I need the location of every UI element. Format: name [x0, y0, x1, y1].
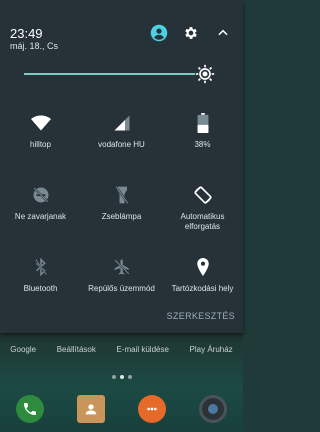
tile-autorotate-label: Automatikus elforgatás	[180, 212, 225, 231]
flashlight-off-icon	[111, 184, 133, 206]
collapse-icon[interactable]	[213, 23, 233, 43]
tile-autorotate[interactable]: Automatikus elforgatás	[162, 180, 243, 252]
header-actions	[149, 23, 233, 43]
tile-cellular[interactable]: vodafone HU	[81, 108, 162, 180]
messages-app-icon[interactable]	[137, 395, 166, 423]
shortcut-google[interactable]: Google	[10, 345, 36, 359]
wifi-icon	[30, 112, 52, 134]
contacts-app-icon[interactable]	[77, 395, 106, 423]
page-indicator	[0, 375, 243, 379]
home-shortcut-labels: Google Beállítások E-mail küldése Play Á…	[0, 345, 243, 359]
brightness-slider[interactable]	[24, 64, 226, 84]
shortcut-play-store[interactable]: Play Áruház	[190, 345, 233, 359]
tile-wifi[interactable]: hilltop	[0, 108, 81, 180]
tile-row: Ne zavarjanak Zseblámpa Automatikus elfo…	[0, 180, 243, 252]
date: máj. 18., Cs	[10, 41, 59, 51]
settings-icon[interactable]	[181, 23, 201, 43]
bluetooth-off-icon	[30, 256, 52, 278]
battery-icon	[192, 112, 214, 134]
page-dot	[111, 375, 116, 379]
location-icon	[192, 256, 214, 278]
tile-cellular-label: vodafone HU	[98, 140, 145, 149]
airplane-mode-off-icon	[111, 256, 133, 278]
tile-wifi-label: hilltop	[30, 140, 51, 149]
tile-flashlight-label: Zseblámpa	[101, 212, 142, 221]
tile-dnd-label: Ne zavarjanak	[14, 212, 67, 221]
tile-row: hilltop vodafone HU 38%	[0, 108, 243, 180]
page-dot	[127, 375, 132, 379]
tile-airplane[interactable]: Repülős üzemmód	[81, 252, 162, 324]
clock: 23:49	[10, 26, 43, 41]
brightness-track[interactable]	[24, 73, 195, 75]
tile-location-label: Tartózkodási hely	[171, 284, 234, 293]
screen-rotation-icon	[192, 184, 214, 206]
account-icon[interactable]	[149, 23, 169, 43]
dock	[0, 392, 243, 426]
signal-icon	[111, 112, 133, 134]
page-dot-active	[119, 375, 124, 379]
shortcut-email[interactable]: E-mail küldése	[116, 345, 168, 359]
tile-bluetooth[interactable]: Bluetooth	[0, 252, 81, 324]
tile-battery-label: 38%	[194, 140, 211, 149]
do-not-disturb-off-icon	[30, 184, 52, 206]
phone-app-icon[interactable]	[16, 395, 45, 423]
shortcut-settings[interactable]: Beállítások	[57, 345, 96, 359]
camera-app-icon[interactable]	[198, 395, 227, 423]
tile-battery[interactable]: 38%	[162, 108, 243, 180]
tile-flashlight[interactable]: Zseblámpa	[81, 180, 162, 252]
tile-airplane-label: Repülős üzemmód	[88, 284, 155, 293]
quick-settings-panel: 23:49 máj. 18., Cs hilltop vodafone HU 3…	[0, 0, 243, 333]
camera-lens-icon	[207, 404, 218, 414]
brightness-auto-icon[interactable]	[195, 64, 215, 84]
tile-bluetooth-label: Bluetooth	[23, 284, 58, 293]
tile-dnd[interactable]: Ne zavarjanak	[0, 180, 81, 252]
edit-button[interactable]: SZERKESZTÉS	[167, 311, 235, 321]
quick-settings-tiles: hilltop vodafone HU 38% Ne zavarjanak Zs…	[0, 108, 243, 324]
